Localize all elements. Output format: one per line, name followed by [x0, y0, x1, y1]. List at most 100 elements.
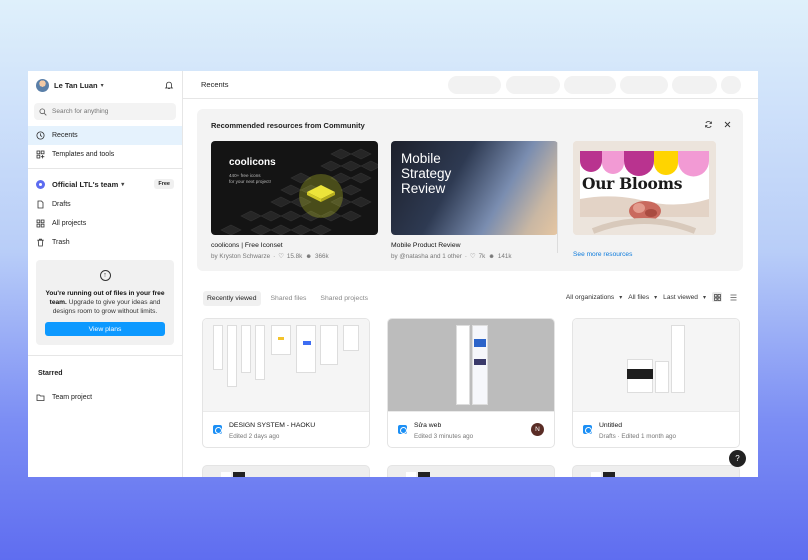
hex-pattern [220, 148, 378, 235]
sidebar-item-label: Recents [52, 132, 78, 139]
sidebar-item-templates[interactable]: Templates and tools [28, 145, 182, 164]
sidebar-item-label: All projects [52, 220, 87, 227]
resource-card[interactable]: Mobile Strategy Review Mobile Product Re… [391, 141, 558, 260]
sidebar: Le Tan Luan ▾ Recents Templates and tool… [28, 71, 183, 477]
upgrade-arrow-icon [99, 270, 111, 281]
sort-filter[interactable]: Last viewed ▾ [663, 294, 706, 301]
folder-icon [36, 394, 45, 401]
user-count: 366k [314, 253, 329, 260]
file-type-filter[interactable]: All files ▾ [628, 294, 657, 301]
organization-filter[interactable]: All organizations ▾ [566, 294, 622, 301]
chevron-down-icon: ▾ [654, 294, 658, 301]
divider [28, 168, 182, 169]
file-thumbnail [203, 319, 369, 411]
file-info: Untitled Drafts · Edited 1 month ago [573, 411, 739, 447]
user-icon: ☻ [305, 253, 312, 260]
toolbar-placeholder[interactable] [620, 76, 668, 94]
sidebar-item-team-project[interactable]: Team project [28, 388, 182, 407]
file-card[interactable] [572, 465, 740, 477]
help-button[interactable]: ? [729, 450, 746, 467]
sidebar-item-label: Team project [52, 394, 93, 401]
resource-thumbnail: coolicons 440+ free icons for your next … [211, 141, 378, 235]
starred-title: Starred [38, 370, 63, 377]
resource-card[interactable]: coolicons 440+ free icons for your next … [211, 141, 378, 260]
file-card[interactable] [387, 465, 555, 477]
resource-meta: by Kryston Schwarze · ♡ 15.8k ☻ 366k [211, 253, 378, 260]
trash-icon [37, 238, 44, 247]
file-info: DESIGN SYSTEM - HAOKU Edited 2 days ago [203, 411, 369, 447]
toolbar-placeholder[interactable] [506, 76, 560, 94]
figma-file-icon [583, 425, 592, 434]
toolbar-placeholder[interactable] [672, 76, 717, 94]
resource-name: coolicons | Free Iconset [211, 242, 283, 249]
divider [28, 355, 182, 356]
search-field[interactable] [34, 103, 176, 120]
file-meta: Edited 3 minutes ago [414, 433, 474, 440]
resource-name: Mobile Product Review [391, 242, 461, 249]
sidebar-item-all-projects[interactable]: All projects [28, 214, 182, 233]
sidebar-item-drafts[interactable]: Drafts [28, 195, 182, 214]
tab-recently-viewed[interactable]: Recently viewed [203, 291, 261, 306]
file-card[interactable]: DESIGN SYSTEM - HAOKU Edited 2 days ago [202, 318, 370, 448]
resource-thumb-title: Mobile Strategy Review [401, 151, 452, 196]
sidebar-item-trash[interactable]: Trash [28, 233, 182, 252]
toolbar-placeholder[interactable] [564, 76, 616, 94]
resource-thumb-title: Our Blooms [582, 174, 683, 193]
see-more-link[interactable]: See more resources [573, 251, 632, 258]
filter-label: All organizations [565, 293, 615, 301]
resource-author: by Kryston Schwarze [211, 253, 271, 260]
user-count: 141k [497, 253, 512, 260]
figma-file-icon [213, 425, 222, 434]
search-icon [39, 107, 47, 116]
team-switcher[interactable]: Official LTL's team ▾ Free [28, 173, 182, 195]
resource-author: by @natasha and 1 other [391, 253, 462, 260]
filter-label: Last viewed [663, 293, 698, 301]
recommended-panel: Recommended resources from Community coo… [197, 109, 743, 271]
user-name: Le Tan Luan [54, 80, 98, 90]
chevron-down-icon: ▾ [100, 82, 104, 89]
resource-meta: by @natasha and 1 other · ♡ 7k ☻ 141k [391, 253, 558, 260]
team-icon [36, 179, 45, 189]
grid-view-icon[interactable] [712, 292, 722, 302]
file-name: DESIGN SYSTEM - HAOKU [229, 422, 316, 429]
grid-icon [36, 219, 45, 228]
resource-thumbnail: Mobile Strategy Review [391, 141, 558, 235]
list-view-icon[interactable] [728, 292, 738, 302]
sidebar-item-recents[interactable]: Recents [28, 126, 182, 145]
chevron-down-icon: ▾ [619, 294, 623, 301]
like-count: 15.8k [286, 253, 303, 260]
chevron-down-icon: ▾ [121, 181, 125, 188]
close-icon[interactable] [723, 120, 732, 129]
file-card[interactable]: Untitled Drafts · Edited 1 month ago [572, 318, 740, 448]
tab-shared-projects[interactable]: Shared projects [316, 291, 372, 306]
sidebar-item-label: Drafts [52, 201, 71, 208]
file-info: Sửa web Edited 3 minutes ago N [388, 411, 554, 447]
recommended-title: Recommended resources from Community [211, 121, 365, 130]
file-icon [37, 200, 44, 209]
file-filters: All organizations ▾ All files ▾ Last viewe… [566, 292, 738, 302]
resource-thumb-subtitle: 440+ free icons for your next project! [229, 173, 271, 184]
upgrade-banner: You're running out of files in your free… [36, 260, 174, 345]
file-thumbnail [573, 319, 739, 411]
search-input[interactable] [52, 108, 162, 115]
file-thumbnail [388, 319, 554, 411]
resource-thumb-title: coolicons [229, 157, 276, 168]
tab-shared-files[interactable]: Shared files [267, 291, 311, 306]
sidebar-item-label: Trash [52, 239, 70, 246]
bell-icon[interactable] [164, 80, 174, 90]
resource-card[interactable]: Our Blooms [573, 141, 716, 235]
toolbar-placeholder[interactable] [448, 76, 501, 94]
view-plans-button[interactable]: View plans [45, 322, 165, 336]
user-icon: ☻ [488, 253, 495, 260]
filter-label: All files [628, 293, 650, 301]
file-meta: Drafts · Edited 1 month ago [599, 433, 677, 440]
account-switcher[interactable]: Le Tan Luan ▾ [28, 71, 182, 99]
app-window: Le Tan Luan ▾ Recents Templates and tool… [28, 71, 758, 477]
file-name: Untitled [599, 422, 623, 429]
file-card[interactable] [202, 465, 370, 477]
refresh-icon[interactable] [704, 120, 713, 129]
toolbar-placeholder[interactable] [721, 76, 741, 94]
page-title: Recents [201, 80, 229, 89]
file-meta: Edited 2 days ago [229, 433, 280, 440]
file-card[interactable]: Sửa web Edited 3 minutes ago N [387, 318, 555, 448]
